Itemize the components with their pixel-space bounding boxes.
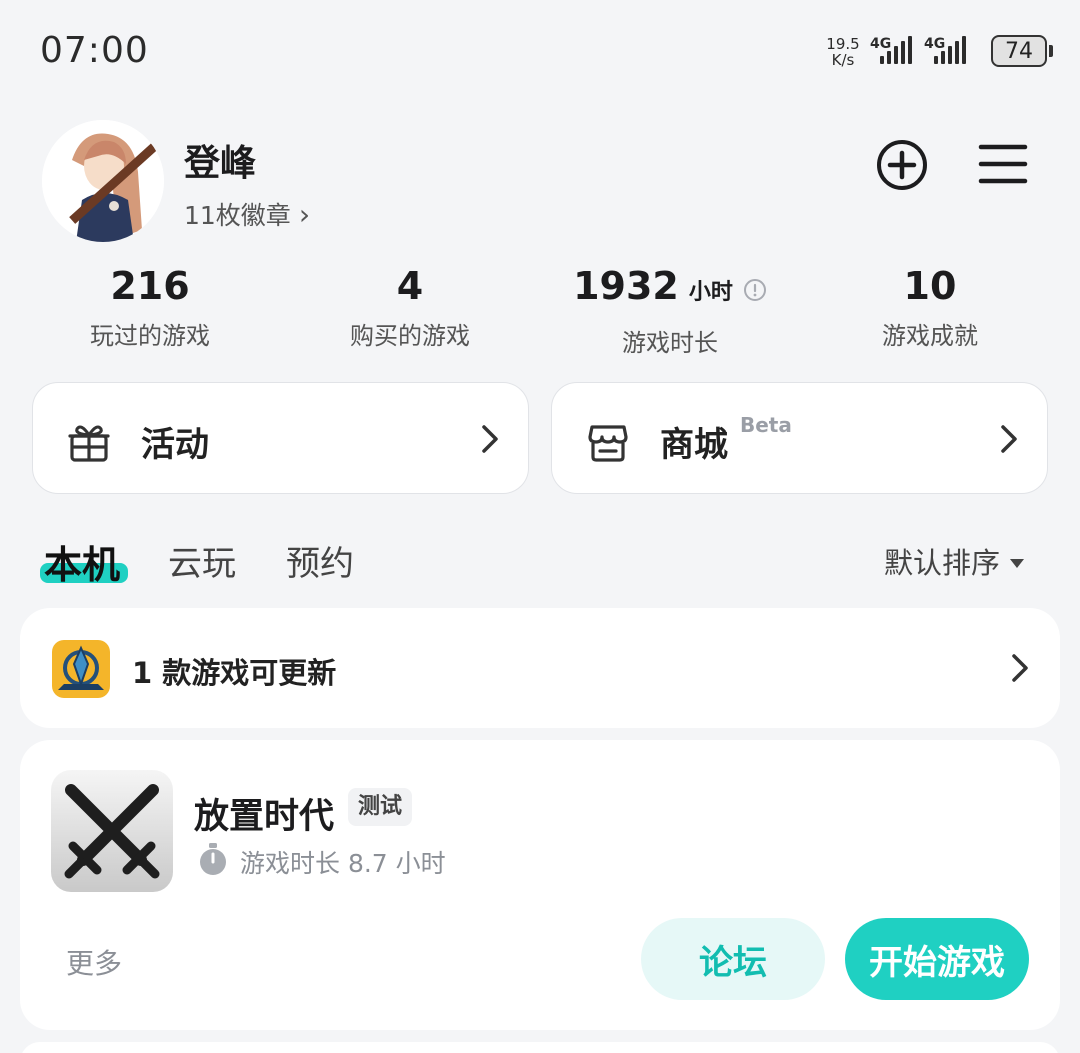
stat-label: 游戏时长 bbox=[622, 329, 718, 357]
chevron-right-icon bbox=[1001, 425, 1017, 453]
add-button[interactable] bbox=[875, 138, 929, 192]
chevron-right-icon bbox=[1012, 654, 1028, 682]
tab-reservation[interactable]: 预约 bbox=[286, 536, 354, 585]
status-time: 07:00 bbox=[40, 30, 149, 71]
badges-label: 11枚徽章 bbox=[184, 201, 291, 230]
stat-value: 10 bbox=[903, 264, 957, 308]
plus-circle-icon bbox=[877, 140, 927, 190]
game-tag: 测试 bbox=[348, 788, 413, 826]
network-speed-value: 19.5 bbox=[826, 35, 860, 53]
badges-link[interactable]: 11枚徽章 › bbox=[184, 196, 310, 232]
caret-down-icon bbox=[1010, 558, 1025, 568]
stat-value: 216 bbox=[110, 264, 190, 308]
stat-purchased-games[interactable]: 4 购买的游戏 bbox=[280, 264, 540, 351]
stat-label: 游戏成就 bbox=[882, 322, 978, 350]
store-label: 商城 bbox=[660, 425, 728, 465]
tab-local[interactable]: 本机 bbox=[44, 534, 120, 589]
menu-button[interactable] bbox=[978, 142, 1028, 186]
sim1-signal-icon: 4G bbox=[870, 36, 914, 68]
events-label: 活动 bbox=[141, 425, 209, 465]
stopwatch-icon bbox=[200, 843, 226, 875]
stat-value: 4 bbox=[396, 264, 424, 308]
store-card[interactable]: 商城 Beta bbox=[551, 382, 1048, 494]
more-button[interactable]: 更多 bbox=[66, 942, 122, 982]
sort-dropdown[interactable]: 默认排序 bbox=[884, 540, 1025, 582]
game-playtime: 游戏时长 8.7 小时 bbox=[240, 849, 446, 878]
avatar[interactable] bbox=[42, 120, 164, 242]
update-banner[interactable]: 1 款游戏可更新 bbox=[20, 608, 1060, 728]
game-title: 放置时代 bbox=[194, 797, 335, 837]
battery-icon: 74 bbox=[991, 35, 1047, 67]
sim2-signal-icon: 4G bbox=[924, 36, 968, 68]
game-card[interactable]: 放置时代 测试 游戏时长 8.7 小时 更多 论坛 开始游戏 bbox=[20, 740, 1060, 1030]
stat-label: 购买的游戏 bbox=[350, 322, 470, 350]
stat-label: 玩过的游戏 bbox=[90, 322, 210, 350]
start-game-button[interactable]: 开始游戏 bbox=[845, 918, 1029, 1000]
forum-button[interactable]: 论坛 bbox=[641, 918, 825, 1000]
chevron-right-icon bbox=[482, 425, 498, 453]
hamburger-icon bbox=[978, 144, 1028, 184]
game-app-icon bbox=[52, 640, 110, 698]
stat-achievements[interactable]: 10 游戏成就 bbox=[800, 264, 1060, 351]
username: 登峰 bbox=[184, 143, 257, 184]
stat-play-time[interactable]: 1932 小时 游戏时长 bbox=[540, 264, 800, 358]
update-text: 1 款游戏可更新 bbox=[132, 656, 337, 690]
network-speed: 19.5 K/s bbox=[826, 36, 860, 68]
info-icon[interactable] bbox=[743, 278, 767, 302]
tab-cloud[interactable]: 云玩 bbox=[168, 536, 236, 585]
events-card[interactable]: 活动 bbox=[32, 382, 529, 494]
gift-icon bbox=[68, 425, 110, 462]
stat-value: 1932 bbox=[573, 264, 679, 308]
game-cover-icon bbox=[51, 770, 173, 892]
store-icon bbox=[588, 425, 628, 462]
avatar-image bbox=[42, 120, 164, 242]
stat-unit: 小时 bbox=[688, 280, 733, 305]
beta-badge: Beta bbox=[740, 413, 792, 437]
stat-played-games[interactable]: 216 玩过的游戏 bbox=[20, 264, 280, 351]
battery-tip bbox=[1049, 45, 1053, 57]
sort-label: 默认排序 bbox=[884, 546, 1001, 580]
next-game-card[interactable] bbox=[20, 1042, 1060, 1053]
chevron-right-icon: › bbox=[298, 197, 311, 231]
network-speed-unit: K/s bbox=[831, 51, 855, 69]
